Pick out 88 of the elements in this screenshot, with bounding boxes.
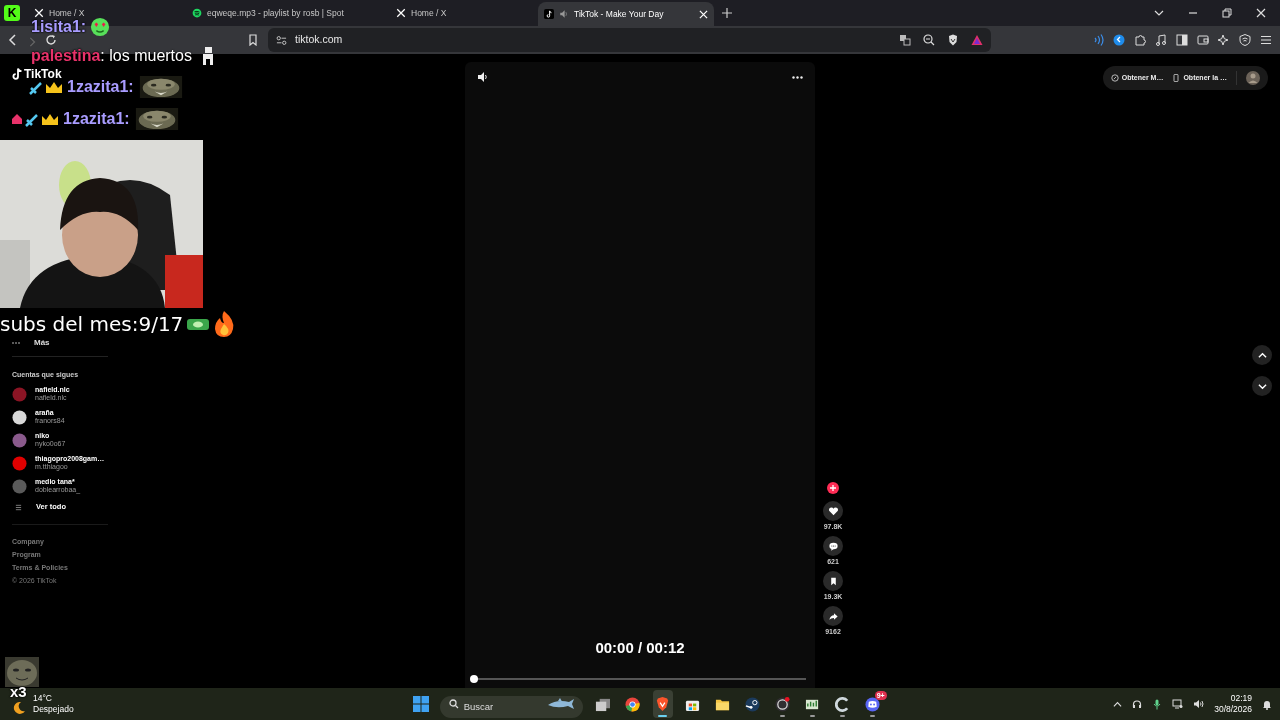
- clock[interactable]: 02:19 30/8/2026: [1214, 693, 1252, 715]
- taskbar-search-field[interactable]: Buscar: [439, 695, 583, 718]
- video-time: 00:00 / 00:12: [595, 637, 685, 658]
- weather-condition: Despejado: [33, 704, 74, 715]
- chat-username: 1zazita1:: [63, 110, 130, 128]
- speaker-icon[interactable]: [1193, 699, 1205, 709]
- tab-title: TikTok - Make Your Day: [574, 9, 665, 19]
- headphones-icon[interactable]: [1132, 699, 1143, 709]
- chevron-up-icon: [1257, 350, 1267, 360]
- music-note-icon[interactable]: [1155, 34, 1167, 46]
- notification-bell-icon[interactable]: [1262, 698, 1272, 710]
- sidebar-icon[interactable]: [1176, 34, 1188, 46]
- subs-goal-text: subs del mes:9/17: [0, 312, 184, 336]
- video-player[interactable]: 00:00 / 00:12: [465, 62, 815, 688]
- lion-shield-icon: [655, 696, 671, 712]
- weather-temperature: 14°C: [33, 693, 53, 704]
- menu-icon[interactable]: [1260, 34, 1272, 46]
- windows-start-icon[interactable]: [412, 696, 429, 712]
- chevron-up-icon[interactable]: [1113, 699, 1123, 709]
- window-stack-icon: [595, 696, 611, 712]
- translate-icon[interactable]: [899, 34, 911, 46]
- comment-icon: [827, 540, 839, 552]
- network-icon[interactable]: [1172, 699, 1184, 709]
- steam-icon: [745, 696, 761, 712]
- site-settings-icon: [276, 34, 287, 46]
- close-icon[interactable]: [1256, 8, 1266, 18]
- address-bar[interactable]: tiktok.com: [268, 28, 991, 52]
- follow-plus-icon[interactable]: [827, 482, 839, 494]
- taskbar-app[interactable]: [652, 690, 673, 718]
- pinned-tab[interactable]: K: [4, 5, 20, 21]
- back-icon[interactable]: [7, 34, 19, 46]
- c-ring-icon: [835, 696, 851, 712]
- bookmark-icon[interactable]: [247, 34, 259, 46]
- restore-icon[interactable]: [1222, 8, 1232, 18]
- tiktok-logo-icon: [12, 68, 22, 80]
- reload-icon[interactable]: [45, 34, 57, 46]
- chat-username: 1isita1:: [31, 18, 87, 36]
- lion-shield-icon[interactable]: [947, 34, 959, 46]
- like-button[interactable]: [823, 501, 843, 521]
- more-dots-icon[interactable]: [792, 75, 803, 79]
- list-icon: [15, 503, 22, 511]
- chat-username: palestina: [31, 47, 101, 65]
- tiktok-logo-text: TikTok: [24, 66, 62, 83]
- x-logo-icon: [34, 8, 44, 18]
- new-tab-icon[interactable]: [722, 8, 732, 18]
- tiktok-icon: [544, 9, 554, 19]
- combo-count: x3: [10, 682, 27, 702]
- chevron-down-icon[interactable]: [1154, 8, 1164, 18]
- discord-icon: [865, 696, 881, 712]
- shark-icon: [546, 698, 575, 710]
- app-icon: [1110, 74, 1119, 82]
- search-icon: [448, 699, 459, 709]
- save-button[interactable]: [823, 571, 843, 591]
- wallet-icon[interactable]: [1197, 34, 1209, 46]
- share-button[interactable]: [823, 606, 843, 626]
- moon-icon[interactable]: [12, 701, 26, 715]
- tab-title: Home / X: [411, 8, 448, 18]
- audio-waves-icon[interactable]: [1092, 34, 1104, 46]
- browser-tab[interactable]: eqweqe.mp3 - playlist by rosb | Spot: [186, 8, 382, 18]
- spotify-icon: [192, 8, 202, 18]
- chevron-down-icon: [1257, 381, 1267, 391]
- more-item[interactable]: Más: [12, 338, 50, 348]
- phone-icon: [1172, 74, 1181, 82]
- browser-tab[interactable]: TikTok - Make Your Day: [538, 2, 714, 26]
- heart-icon: [827, 505, 839, 517]
- tab-title: eqweqe.mp3 - playlist by rosb | Spot: [207, 8, 345, 18]
- x-logo-icon: [396, 8, 406, 18]
- microphone-icon[interactable]: [1152, 698, 1163, 710]
- tab-title: Home / X: [49, 8, 86, 18]
- zoom-out-icon[interactable]: [923, 34, 935, 46]
- previous-video-button[interactable]: [1252, 345, 1272, 365]
- browser-tab[interactable]: Home / X: [28, 8, 178, 18]
- avatar-icon[interactable]: [1246, 71, 1260, 85]
- shield-icon[interactable]: [1239, 34, 1251, 46]
- money-icon: [185, 316, 212, 332]
- progress-thumb[interactable]: [470, 675, 478, 683]
- next-video-button[interactable]: [1252, 376, 1272, 396]
- chat-username: 1zazita1:: [67, 78, 134, 96]
- browser-tab[interactable]: Home / X: [390, 8, 530, 18]
- record-ring-icon: [775, 696, 791, 712]
- triangle-icon[interactable]: [971, 34, 983, 46]
- sparkle-icon[interactable]: [1218, 34, 1230, 46]
- chat-message: : los muertos: [100, 47, 192, 65]
- comment-button[interactable]: [823, 536, 843, 556]
- url-text: tiktok.com: [295, 32, 343, 48]
- chrome-icon: [625, 696, 641, 712]
- puzzle-icon[interactable]: [1134, 34, 1146, 46]
- volume-icon[interactable]: [477, 71, 489, 83]
